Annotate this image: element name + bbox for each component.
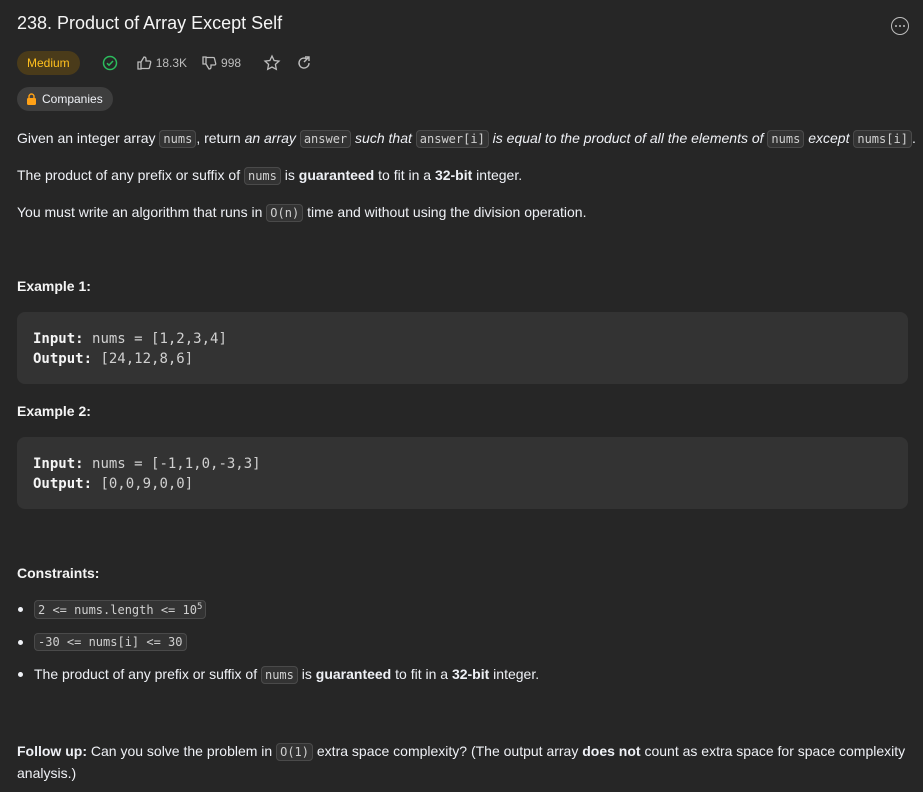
example-1-code: Input: nums = [1,2,3,4] Output: [24,12,8… <box>17 312 908 384</box>
difficulty-badge: Medium <box>17 51 80 75</box>
lock-icon <box>27 93 36 105</box>
thumbs-up-icon <box>137 56 152 70</box>
likes-count: 18.3K <box>155 56 188 70</box>
constraints-heading: Constraints: <box>17 565 100 581</box>
example-2-heading: Example 2: <box>17 403 91 419</box>
solved-check-icon <box>102 55 118 71</box>
companies-label: Companies <box>42 92 103 106</box>
like-button[interactable]: 18.3K <box>136 55 187 71</box>
description-paragraph-3: You must write an algorithm that runs in… <box>17 204 587 222</box>
dislikes-count: 998 <box>221 56 242 70</box>
example-1-heading: Example 1: <box>17 278 91 294</box>
problem-title: 238. Product of Array Except Self <box>17 13 283 33</box>
problem-meta-row: Medium 18.3K 998 <box>17 51 312 75</box>
constraint-1: 2 <= nums.length <= 105 <box>17 600 207 619</box>
thumbs-down-icon <box>202 56 217 70</box>
more-icon[interactable] <box>891 17 909 35</box>
example-2-code: Input: nums = [-1,1,0,-3,3] Output: [0,0… <box>17 437 908 509</box>
description-paragraph-2: The product of any prefix or suffix of n… <box>17 167 523 185</box>
description-paragraph-1: Given an integer array nums, return an a… <box>17 130 916 148</box>
star-icon[interactable] <box>263 54 281 72</box>
constraint-3: The product of any prefix or suffix of n… <box>17 666 539 684</box>
follow-up-text: Follow up: Can you solve the problem in … <box>17 743 906 781</box>
constraint-2: -30 <= nums[i] <= 30 <box>17 633 187 651</box>
companies-button[interactable]: Companies <box>17 87 113 111</box>
share-icon[interactable] <box>296 55 312 71</box>
dislike-button[interactable]: 998 <box>201 55 241 71</box>
